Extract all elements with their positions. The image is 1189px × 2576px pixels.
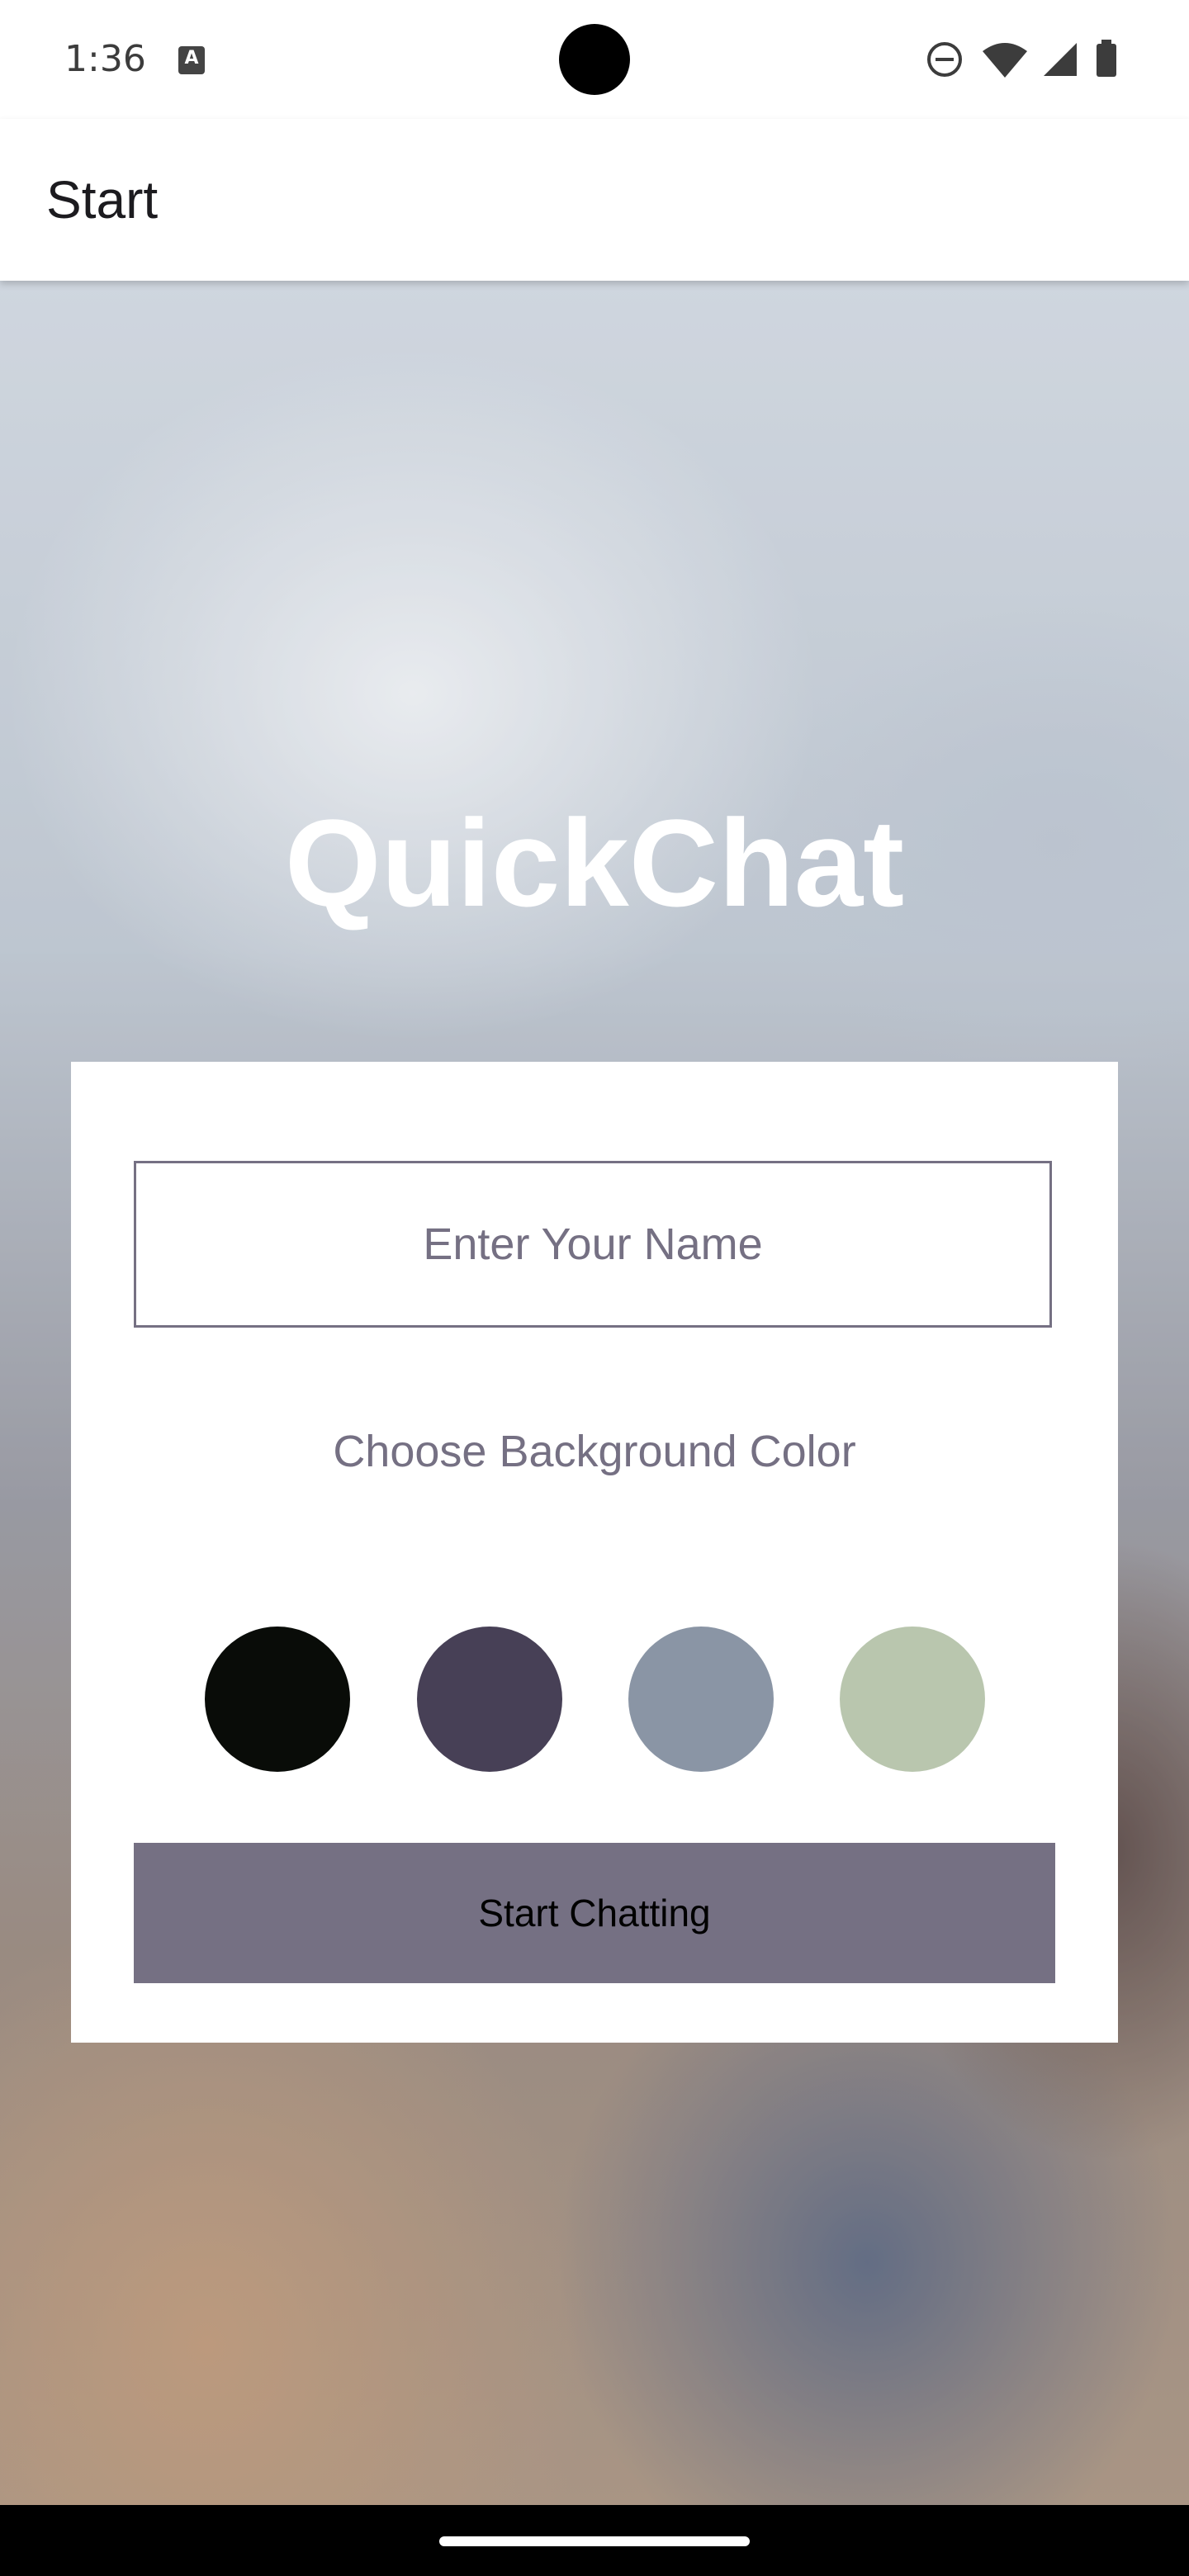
color-swatch-grey[interactable] <box>628 1627 774 1772</box>
status-icons <box>925 38 1139 81</box>
app-title: QuickChat <box>284 793 905 932</box>
status-bar: 1:36 A <box>0 0 1189 119</box>
signal-icon <box>1044 43 1077 76</box>
status-time: 1:36 <box>64 38 146 80</box>
app-bar: Start <box>0 119 1189 281</box>
start-card: Choose Background Color Start Chatting <box>71 1062 1118 2043</box>
app-bar-title: Start <box>46 170 159 230</box>
text-input-icon: A <box>178 46 205 74</box>
home-gesture-handle[interactable] <box>439 2536 750 2546</box>
camera-cutout <box>559 24 630 95</box>
wifi-icon <box>983 43 1027 78</box>
color-swatch-black[interactable] <box>205 1627 350 1772</box>
start-chatting-button[interactable]: Start Chatting <box>134 1843 1055 1983</box>
choose-color-label: Choose Background Color <box>333 1427 856 1476</box>
name-input[interactable] <box>134 1161 1052 1328</box>
color-swatch-green[interactable] <box>840 1627 985 1772</box>
color-swatch-purple[interactable] <box>417 1627 562 1772</box>
battery-icon <box>1097 40 1116 77</box>
navigation-bar <box>0 2505 1189 2576</box>
do-not-disturb-icon <box>927 42 962 77</box>
